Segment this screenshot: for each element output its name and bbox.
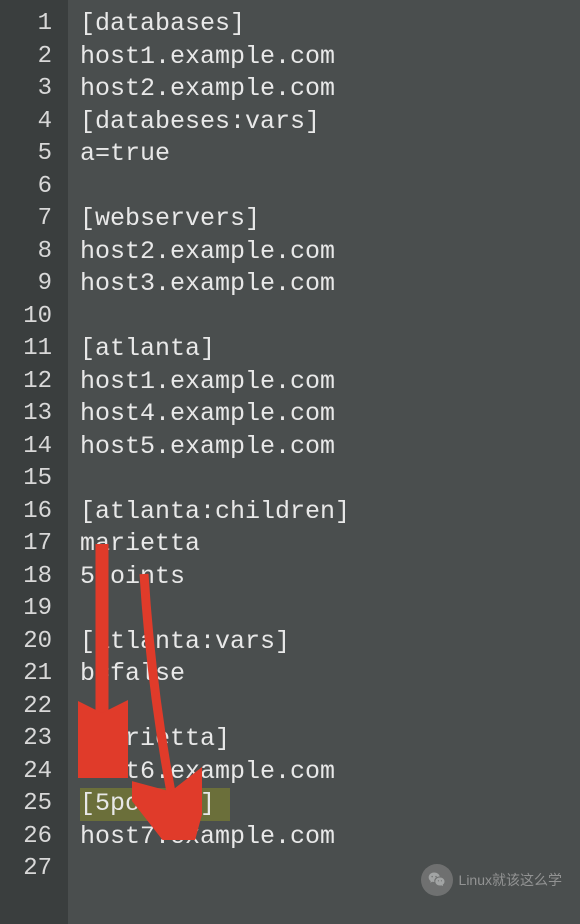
code-text: host6.example.com: [80, 757, 335, 786]
code-text: b=false: [80, 659, 185, 688]
line-number: 14: [0, 431, 68, 464]
code-line[interactable]: marietta: [80, 528, 580, 561]
code-text: host2.example.com: [80, 237, 335, 266]
line-number: 21: [0, 658, 68, 691]
line-number: 23: [0, 723, 68, 756]
code-line[interactable]: host4.example.com: [80, 398, 580, 431]
line-number: 19: [0, 593, 68, 626]
code-line[interactable]: host1.example.com: [80, 41, 580, 74]
code-line[interactable]: a=true: [80, 138, 580, 171]
code-line[interactable]: host5.example.com: [80, 431, 580, 464]
code-line[interactable]: host3.example.com: [80, 268, 580, 301]
code-line[interactable]: [atlanta:vars]: [80, 626, 580, 659]
line-number-gutter: 1234567891011121314151617181920212223242…: [0, 0, 68, 924]
line-number: 20: [0, 626, 68, 659]
line-number: 8: [0, 236, 68, 269]
line-number: 27: [0, 853, 68, 886]
code-text: [atlanta]: [80, 334, 215, 363]
code-text: [atlanta:children]: [80, 497, 350, 526]
code-text: [marietta]: [80, 724, 230, 753]
code-text: host3.example.com: [80, 269, 335, 298]
code-text: host7.example.com: [80, 822, 335, 851]
line-number: 18: [0, 561, 68, 594]
line-number: 13: [0, 398, 68, 431]
line-number: 9: [0, 268, 68, 301]
code-line[interactable]: [databases]: [80, 8, 580, 41]
code-line[interactable]: host1.example.com: [80, 366, 580, 399]
wechat-icon: [421, 864, 453, 896]
code-text: [5points]: [80, 789, 215, 818]
code-text: [databeses:vars]: [80, 107, 320, 136]
line-number: 6: [0, 171, 68, 204]
code-text: 5points: [80, 562, 185, 591]
code-area[interactable]: [databases] host1.example.com host2.exampl…: [68, 0, 580, 924]
code-text: [atlanta:vars]: [80, 627, 290, 656]
line-number: 2: [0, 41, 68, 74]
code-line[interactable]: [atlanta]: [80, 333, 580, 366]
line-number: 24: [0, 756, 68, 789]
code-line[interactable]: [80, 301, 580, 334]
code-text: marietta: [80, 529, 200, 558]
line-number: 1: [0, 8, 68, 41]
code-line[interactable]: [80, 691, 580, 724]
code-line[interactable]: [80, 171, 580, 204]
code-line[interactable]: [marietta]: [80, 723, 580, 756]
code-text: host2.example.com: [80, 74, 335, 103]
line-number: 25: [0, 788, 68, 821]
line-number: 5: [0, 138, 68, 171]
code-line[interactable]: [80, 463, 580, 496]
line-number: 15: [0, 463, 68, 496]
code-text: host5.example.com: [80, 432, 335, 461]
code-line[interactable]: [databeses:vars]: [80, 106, 580, 139]
code-line[interactable]: host2.example.com: [80, 73, 580, 106]
code-line[interactable]: host7.example.com: [80, 821, 580, 854]
code-text: host1.example.com: [80, 367, 335, 396]
line-number: 7: [0, 203, 68, 236]
watermark-text: Linux就该这么学: [459, 870, 562, 890]
code-editor[interactable]: 1234567891011121314151617181920212223242…: [0, 0, 580, 924]
code-line[interactable]: [80, 593, 580, 626]
code-text: host1.example.com: [80, 42, 335, 71]
line-number: 16: [0, 496, 68, 529]
code-text: [webservers]: [80, 204, 260, 233]
code-line[interactable]: 5points: [80, 561, 580, 594]
line-number: 10: [0, 301, 68, 334]
line-number: 17: [0, 528, 68, 561]
line-number: 4: [0, 106, 68, 139]
watermark: Linux就该这么学: [421, 864, 562, 896]
code-line[interactable]: [webservers]: [80, 203, 580, 236]
line-number: 26: [0, 821, 68, 854]
code-text: [databases]: [80, 9, 245, 38]
code-text: host4.example.com: [80, 399, 335, 428]
code-line[interactable]: b=false: [80, 658, 580, 691]
line-number: 22: [0, 691, 68, 724]
code-line[interactable]: [atlanta:children]: [80, 496, 580, 529]
line-number: 3: [0, 73, 68, 106]
code-text: a=true: [80, 139, 170, 168]
line-number: 12: [0, 366, 68, 399]
line-number: 11: [0, 333, 68, 366]
code-line[interactable]: host2.example.com: [80, 236, 580, 269]
code-line[interactable]: host6.example.com: [80, 756, 580, 789]
code-line[interactable]: [5points]: [80, 788, 580, 821]
